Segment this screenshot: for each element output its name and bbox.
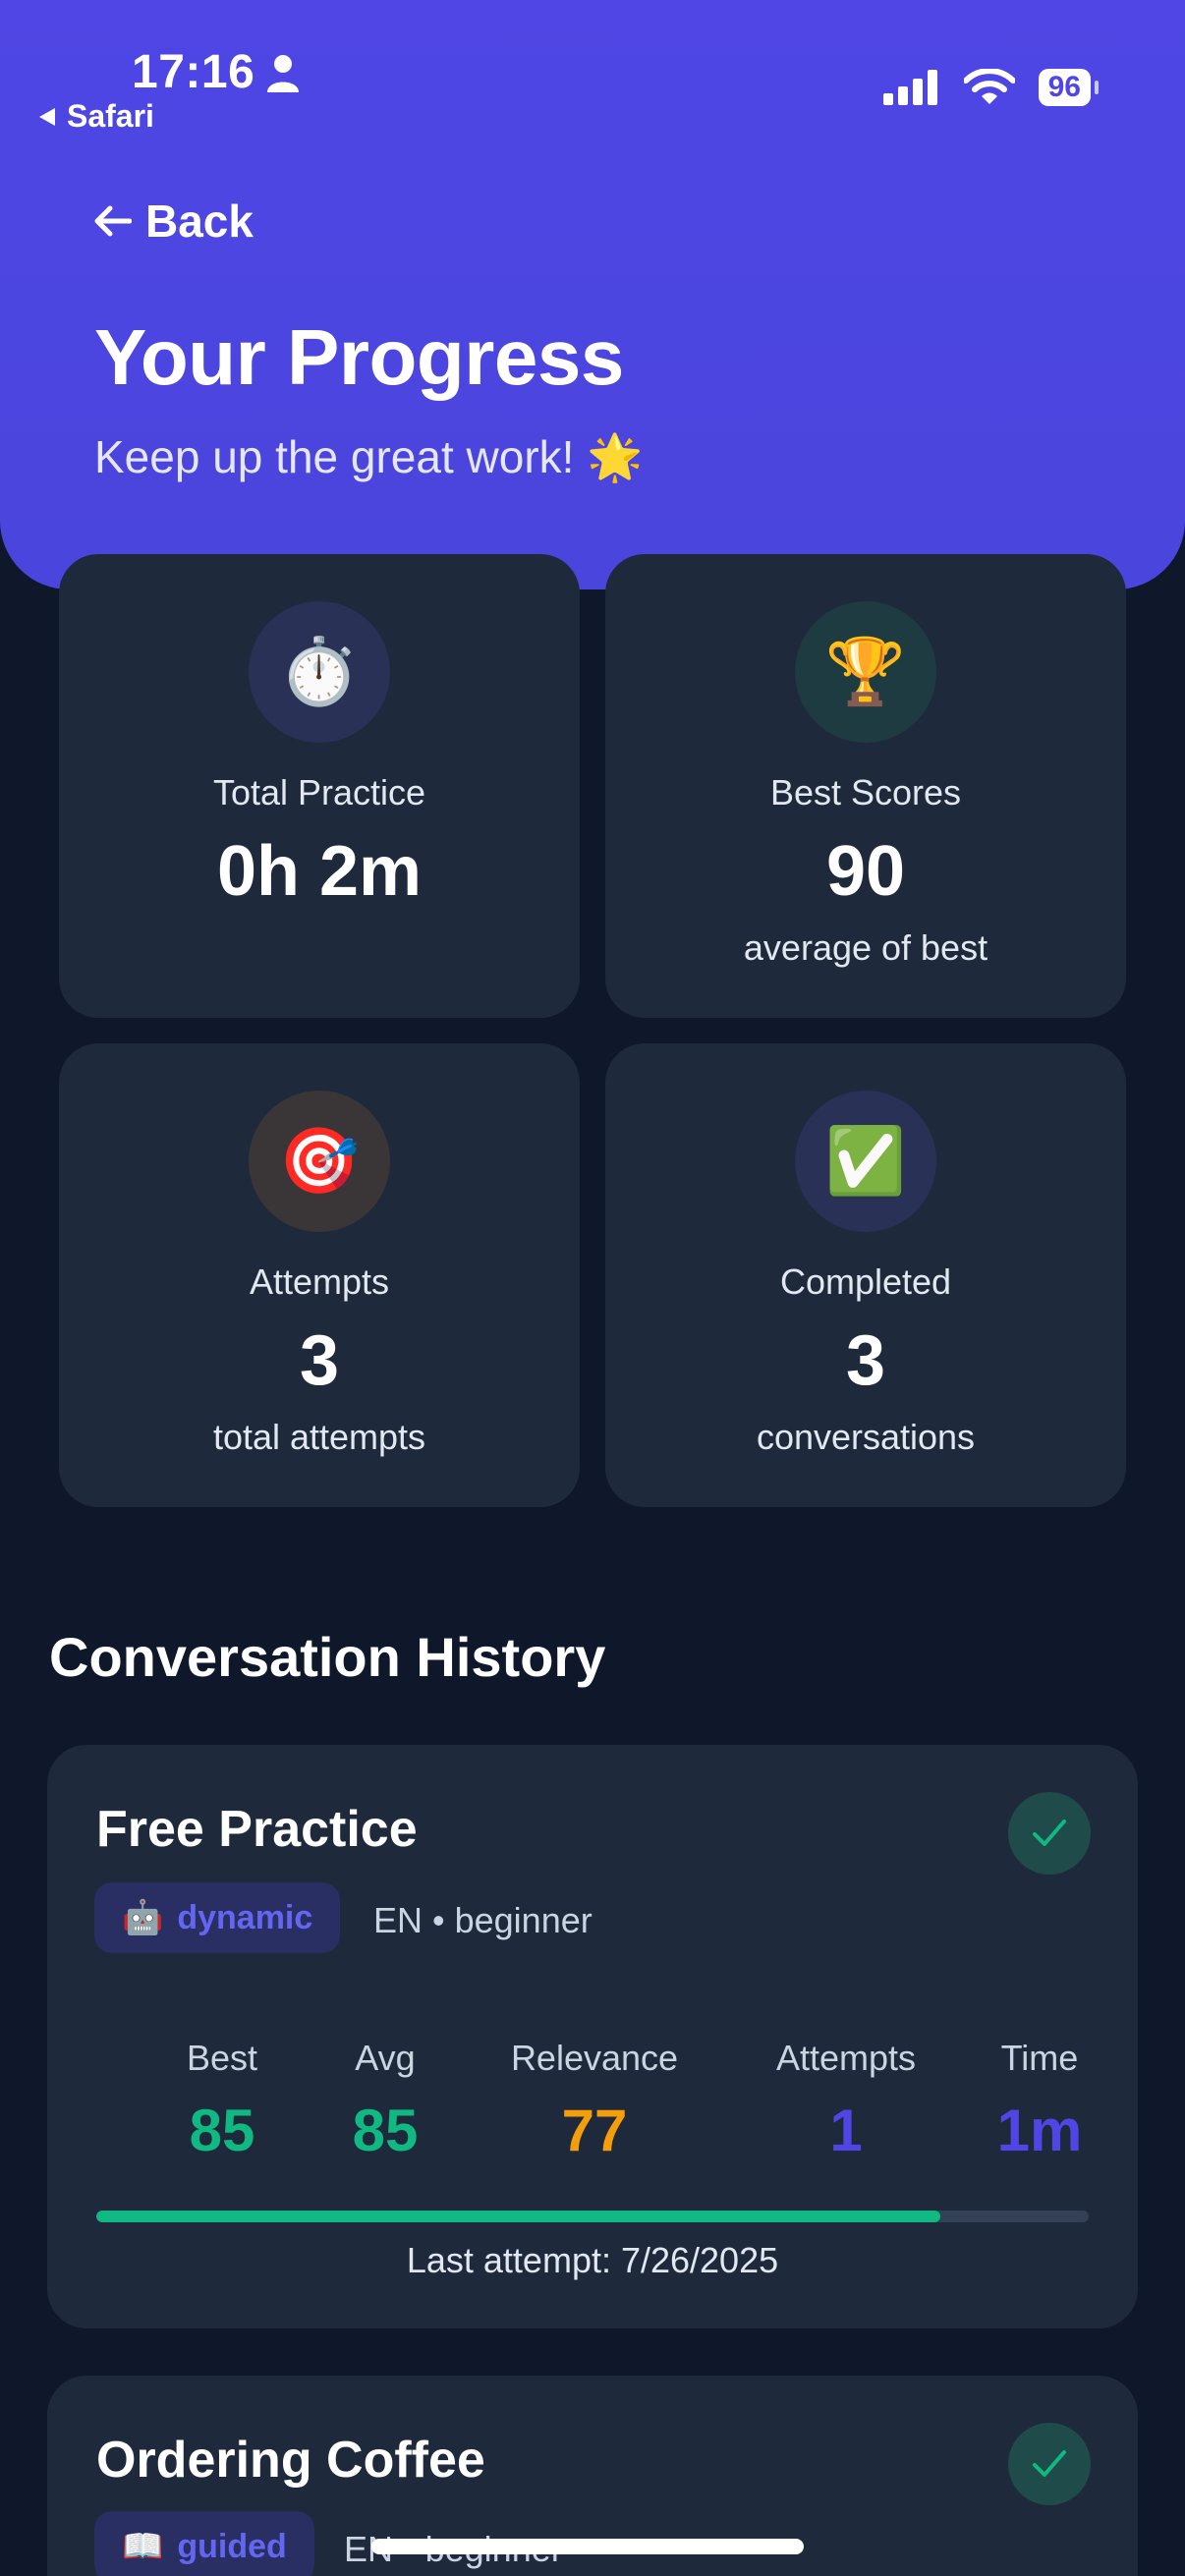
mode-label: guided (177, 2527, 287, 2565)
stat-card-attempts: 🎯 Attempts 3 total attempts (59, 1043, 580, 1507)
back-label: Back (145, 196, 254, 247)
metric-label: Attempts (775, 2038, 917, 2078)
metrics-row: Best 85 Avg 85 Relevance 77 Attempts 1 T… (47, 2038, 1138, 2165)
home-indicator[interactable] (371, 2539, 804, 2554)
metric-value: 1m (996, 2098, 1083, 2163)
stat-card-completed: ✅ Completed 3 conversations (605, 1043, 1126, 1507)
metric-label: Time (1000, 2038, 1079, 2078)
arrow-left-icon (94, 205, 132, 237)
completed-check-icon (1008, 2423, 1091, 2505)
trophy-icon: 🏆 (795, 601, 936, 743)
stat-label: Completed (779, 1261, 952, 1302)
battery-indicator: 96 (1038, 69, 1100, 106)
language-level: EN • beginner (373, 1900, 592, 1940)
metric-label: Avg (355, 2038, 416, 2078)
stat-sub: total attempts (212, 1417, 426, 1457)
conversation-card-free-practice[interactable]: Free Practice 🤖 dynamic EN • beginner Be… (47, 1745, 1138, 2328)
stat-card-total-practice: ⏱️ Total Practice 0h 2m (59, 554, 580, 1018)
mode-badge: 📖 guided (94, 2511, 314, 2576)
wifi-icon (963, 69, 1015, 104)
header-banner: 17:16 Safari 96 Back Your Progress Keep … (0, 0, 1185, 589)
stat-label: Attempts (249, 1261, 390, 1302)
metric-value: 85 (189, 2098, 255, 2163)
return-to-app[interactable]: Safari (37, 98, 154, 135)
last-attempt-date: Last attempt: 7/26/2025 (406, 2240, 779, 2280)
mode-badge: 🤖 dynamic (94, 1882, 341, 1953)
page-title: Your Progress (94, 313, 624, 401)
mode-label: dynamic (177, 1898, 313, 1936)
stopwatch-icon: ⏱️ (249, 601, 390, 743)
stat-sub: conversations (756, 1417, 976, 1457)
stat-sub: average of best (743, 927, 988, 968)
check-mark-icon: ✅ (795, 1091, 936, 1232)
metric-label: Best (186, 2038, 258, 2078)
stat-value: 90 (825, 832, 906, 911)
metric-avg: Avg 85 (301, 2038, 470, 2164)
stat-value: 3 (845, 1321, 886, 1400)
progress-screen: 17:16 Safari 96 Back Your Progress Keep … (0, 0, 1185, 2576)
metric-relevance: Relevance 77 (452, 2038, 737, 2164)
stat-label: Total Practice (212, 772, 426, 812)
metric-value: 85 (352, 2098, 419, 2163)
metric-label: Relevance (510, 2038, 679, 2078)
book-icon: 📖 (122, 2528, 164, 2565)
stat-card-best-scores: 🏆 Best Scores 90 average of best (605, 554, 1126, 1018)
stat-value: 0h 2m (216, 832, 423, 911)
conversation-title: Free Practice (96, 1801, 418, 1858)
target-icon: 🎯 (249, 1091, 390, 1232)
status-indicators: 96 (882, 69, 1100, 106)
status-time: 17:16 (132, 46, 255, 98)
metric-attempts: Attempts 1 (704, 2038, 988, 2164)
cellular-signal-icon (882, 70, 937, 105)
return-app-label: Safari (67, 98, 154, 134)
metric-time: Time 1m (955, 2038, 1124, 2164)
metric-value: 77 (561, 2098, 628, 2163)
conversation-title: Ordering Coffee (96, 2432, 485, 2489)
back-button[interactable]: Back (94, 195, 254, 248)
stat-value: 3 (299, 1321, 340, 1400)
person-icon (267, 55, 299, 92)
completed-check-icon (1008, 1792, 1091, 1875)
score-progress-bar (96, 2211, 1089, 2222)
score-progress-fill (96, 2211, 940, 2222)
section-title-history: Conversation History (49, 1626, 606, 1688)
triangle-left-icon (39, 107, 55, 126)
metric-value: 1 (829, 2098, 863, 2163)
metric-best: Best 85 (138, 2038, 307, 2164)
page-subtitle: Keep up the great work! 🌟 (94, 431, 644, 482)
robot-icon: 🤖 (122, 1899, 164, 1936)
stat-label: Best Scores (769, 772, 962, 812)
